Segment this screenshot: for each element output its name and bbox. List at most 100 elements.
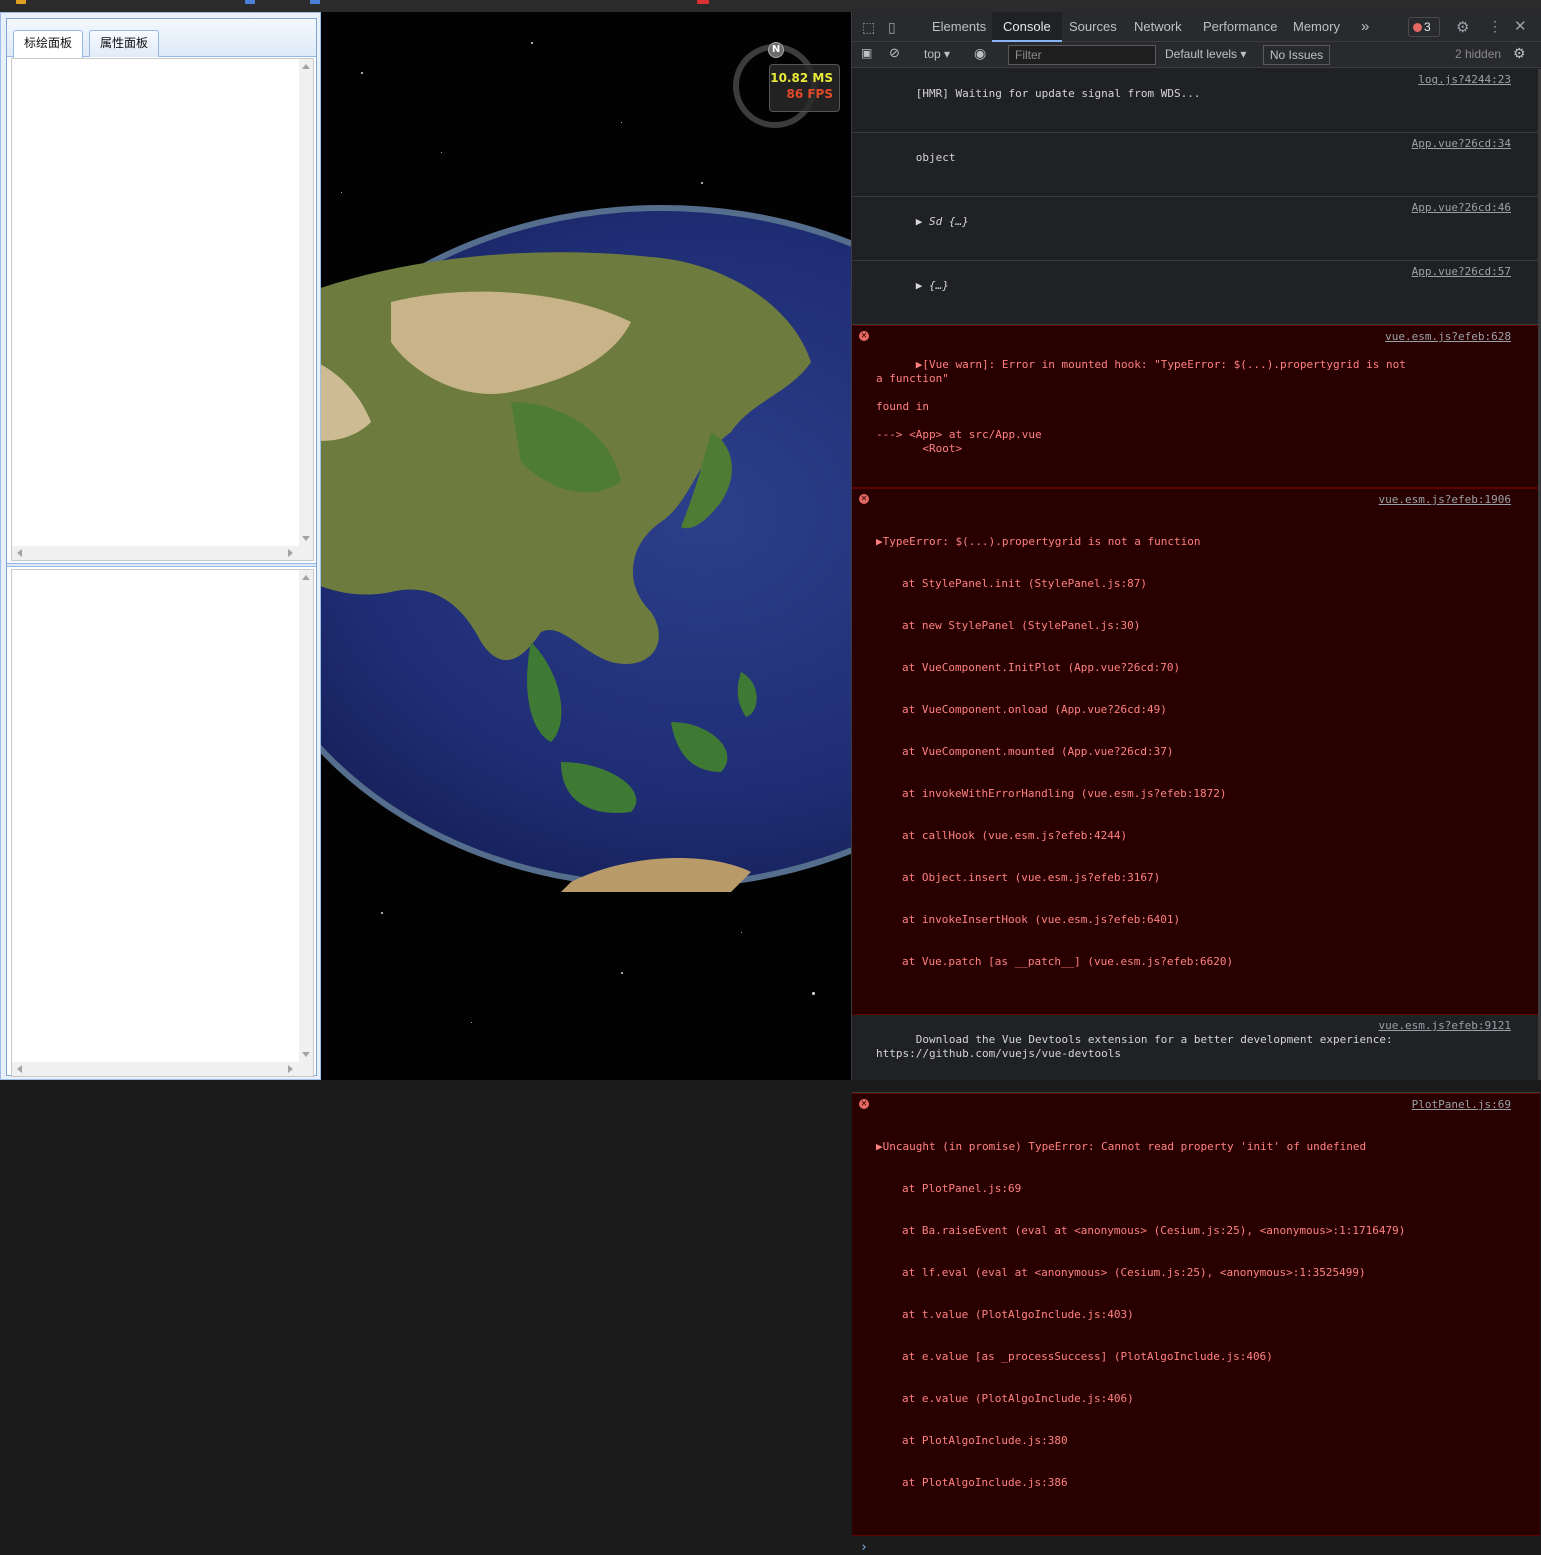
error-icon: ✕ [859,331,869,341]
source-link[interactable]: log.js?4244:23 [1418,73,1511,87]
stack-frame[interactable]: at invokeWithErrorHandling (vue.esm.js?e… [876,787,1390,801]
source-link[interactable]: vue.esm.js?efeb:628 [1385,330,1511,344]
issues-button[interactable]: No Issues [1263,45,1330,65]
horizontal-scrollbar[interactable] [12,1062,313,1076]
tab-label: 标绘面板 [24,36,73,50]
tab-sources[interactable]: Sources [1058,12,1128,42]
source-link[interactable]: App.vue?26cd:57 [1412,265,1511,279]
console-error[interactable]: ✕ ▶TypeError: $(...).propertygrid is not… [852,488,1540,1015]
context-label: top [924,47,941,61]
tab-console[interactable]: Console [992,12,1062,42]
source-link[interactable]: App.vue?26cd:46 [1412,201,1511,215]
stack-frame[interactable]: at Object.insert (vue.esm.js?efeb:3167) [876,871,1390,885]
stack-frame[interactable]: at Ba.raiseEvent (eval at <anonymous> (C… [876,1224,1405,1238]
console-settings-gear-icon[interactable]: ⚙ [1513,45,1526,62]
scroll-up-icon[interactable] [302,64,310,69]
left-panel: 标绘面板 属性面板 [0,12,321,1080]
close-icon[interactable]: ✕ [1514,17,1527,35]
stack-frame[interactable]: at invokeInsertHook (vue.esm.js?efeb:640… [876,913,1390,927]
console-message-expandable[interactable]: ▶ {…} App.vue?26cd:57 [852,261,1540,325]
message-text: ▶[Vue warn]: Error in mounted hook: "Typ… [876,358,1406,455]
stack-frame[interactable]: at new StylePanel (StylePanel.js:30) [876,619,1390,633]
message-text: object [915,151,956,164]
more-tabs-icon[interactable]: » [1350,12,1380,42]
hidden-count: 2 hidden [1455,47,1502,61]
inspect-element-icon[interactable]: ⬚ [862,19,875,36]
vertical-scrollbar[interactable] [299,59,313,546]
more-options-icon[interactable]: ⋮ [1488,18,1502,35]
devtools-tab-bar: ⬚ ▯ Elements Console Sources Network Per… [852,12,1541,42]
settings-gear-icon[interactable]: ⚙ [1456,18,1469,36]
live-expression-eye-icon[interactable]: ◉ [974,45,986,62]
message-text: ▶Uncaught (in promise) TypeError: Cannot… [876,1140,1367,1153]
stack-frame[interactable]: at PlotAlgoInclude.js:386 [876,1476,1390,1490]
frame-rate: 86 FPS [786,87,833,101]
vertical-scrollbar[interactable] [299,570,313,1062]
cesium-globe-viewport[interactable]: N 10.82 MS 86 FPS [321,12,851,1080]
devtools-panel: ⬚ ▯ Elements Console Sources Network Per… [851,12,1541,1555]
error-count: 3 [1424,20,1431,34]
tab-network[interactable]: Network [1123,12,1193,42]
message-text: [HMR] Waiting for update signal from WDS… [915,87,1201,100]
stack-frame[interactable]: at e.value (PlotAlgoInclude.js:406) [876,1392,1390,1406]
horizontal-scrollbar[interactable] [12,546,313,560]
console-output[interactable]: [HMR] Waiting for update signal from WDS… [852,69,1540,1555]
stack-frame[interactable]: at PlotPanel.js:69 [876,1182,1390,1196]
scroll-left-icon[interactable] [17,549,22,557]
bookmark-icon [16,0,26,4]
clear-console-icon[interactable]: ⊘ [889,45,900,61]
message-text: ▶ Sd {…} [915,215,969,228]
stack-frame[interactable]: at StylePanel.init (StylePanel.js:87) [876,577,1390,591]
console-error[interactable]: ✕ ▶Uncaught (in promise) TypeError: Cann… [852,1093,1540,1536]
sidebar-toggle-icon[interactable]: ▣ [861,46,872,60]
scroll-right-icon[interactable] [288,549,293,557]
pane-splitter[interactable] [7,563,316,567]
left-panel-inner: 标绘面板 属性面板 [6,18,317,1077]
performance-display: 10.82 MS 86 FPS [769,64,840,112]
tab-property-panel[interactable]: 属性面板 [89,30,160,57]
stack-frame[interactable]: at VueComponent.onload (App.vue?26cd:49) [876,703,1390,717]
bookmark-icon [697,0,709,4]
stack-frame[interactable]: at Vue.patch [as __patch__] (vue.esm.js?… [876,955,1390,969]
stack-frame[interactable]: at lf.eval (eval at <anonymous> (Cesium.… [876,1266,1390,1280]
context-selector[interactable]: top ▾ [924,47,950,61]
tab-plot-panel[interactable]: 标绘面板 [13,30,84,58]
log-levels-dropdown[interactable]: Default levels ▾ [1165,47,1246,61]
source-link[interactable]: PlotPanel.js:69 [1412,1098,1511,1112]
tab-elements[interactable]: Elements [921,12,997,42]
message-text: ▶TypeError: $(...).propertygrid is not a… [876,535,1201,548]
stack-frame[interactable]: at e.value [as _processSuccess] (PlotAlg… [876,1350,1390,1364]
source-link[interactable]: vue.esm.js?efeb:1906 [1379,493,1511,507]
panel-tab-bar: 标绘面板 属性面板 [7,19,316,58]
error-icon: ✕ [859,494,869,504]
compass-north-icon[interactable]: N [768,42,784,58]
console-message-expandable[interactable]: ▶ Sd {…} App.vue?26cd:46 [852,197,1540,261]
plot-tree-pane[interactable] [11,58,314,561]
console-error[interactable]: ✕ ▶[Vue warn]: Error in mounted hook: "T… [852,325,1540,488]
property-grid-pane[interactable] [11,569,314,1077]
stack-frame[interactable]: at PlotAlgoInclude.js:380 [876,1434,1390,1448]
console-filter-input[interactable]: Filter [1008,45,1156,65]
source-link[interactable]: vue.esm.js?efeb:9121 [1379,1019,1511,1033]
device-toolbar-icon[interactable]: ▯ [888,19,896,36]
earth-globe[interactable] [321,202,851,892]
scroll-right-icon[interactable] [288,1065,293,1073]
message-text: Download the Vue Devtools extension for … [876,1033,1393,1060]
console-message: object App.vue?26cd:34 [852,133,1540,197]
stack-frame[interactable]: at VueComponent.InitPlot (App.vue?26cd:7… [876,661,1390,675]
source-link[interactable]: App.vue?26cd:34 [1412,137,1511,151]
tab-memory[interactable]: Memory [1282,12,1351,42]
message-text: ▶ {…} [915,279,949,292]
console-prompt[interactable]: › [852,1536,1540,1555]
scroll-down-icon[interactable] [302,1052,310,1057]
scroll-left-icon[interactable] [17,1065,22,1073]
stack-frame[interactable]: at t.value (PlotAlgoInclude.js:403) [876,1308,1390,1322]
scroll-down-icon[interactable] [302,536,310,541]
stack-frame[interactable]: at callHook (vue.esm.js?efeb:4244) [876,829,1390,843]
stack-frame[interactable]: at VueComponent.mounted (App.vue?26cd:37… [876,745,1390,759]
console-message: Download the Vue Devtools extension for … [852,1015,1540,1093]
tab-performance[interactable]: Performance [1192,12,1288,42]
scroll-up-icon[interactable] [302,575,310,580]
error-count-badge[interactable]: 3 [1408,17,1440,37]
error-icon [1413,23,1422,32]
